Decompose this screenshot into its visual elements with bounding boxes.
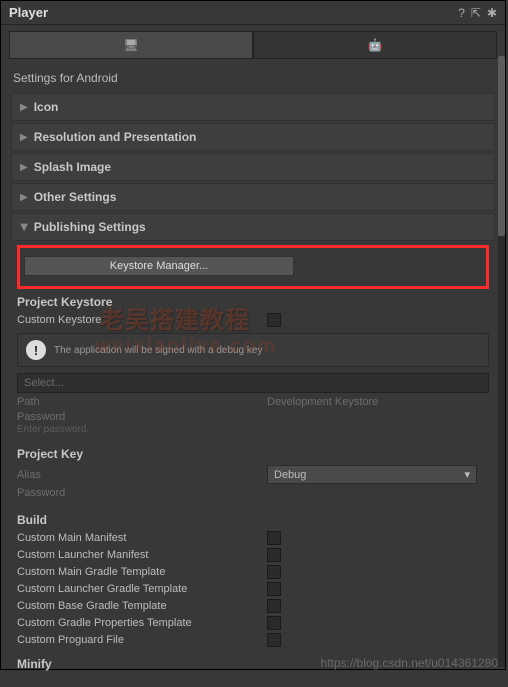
title-bar: Player ? ⇱ ✱ — [1, 1, 505, 25]
build-item-checkbox[interactable] — [267, 616, 281, 630]
footer-url: https://blog.csdn.net/u014361280 — [321, 656, 498, 670]
build-item-label: Custom Launcher Gradle Template — [17, 583, 267, 595]
build-item-label: Custom Main Gradle Template — [17, 566, 267, 578]
keystore-manager-button[interactable]: Keystore Manager... — [24, 256, 294, 276]
path-label: Path — [17, 396, 267, 408]
warning-icon: ! — [26, 340, 46, 360]
build-item-checkbox[interactable] — [267, 565, 281, 579]
build-item-checkbox[interactable] — [267, 531, 281, 545]
build-heading: Build — [17, 513, 489, 527]
build-row: Custom Main Manifest — [17, 531, 489, 545]
custom-keystore-label: Custom Keystore — [17, 314, 267, 326]
section-other[interactable]: ▶Other Settings — [11, 183, 495, 211]
scroll-thumb[interactable] — [498, 56, 505, 236]
highlight-box: Keystore Manager... — [17, 245, 489, 289]
section-icon[interactable]: ▶Icon — [11, 93, 495, 121]
keystore-select[interactable]: Select... — [17, 373, 489, 393]
section-publishing[interactable]: ▶Publishing Settings — [11, 213, 495, 241]
password-label: Password — [17, 411, 267, 423]
scrollbar[interactable] — [498, 56, 505, 667]
build-row: Custom Base Gradle Template — [17, 599, 489, 613]
build-item-label: Custom Launcher Manifest — [17, 549, 267, 561]
info-text: The application will be signed with a de… — [54, 345, 262, 356]
chevron-right-icon: ▶ — [20, 162, 28, 173]
tab-android[interactable]: 🤖 — [253, 31, 497, 58]
password-placeholder: Enter password. — [17, 424, 489, 435]
build-item-label: Custom Gradle Properties Template — [17, 617, 267, 629]
build-row: Custom Launcher Gradle Template — [17, 582, 489, 596]
project-keystore-heading: Project Keystore — [17, 295, 489, 309]
android-icon: 🤖 — [368, 38, 383, 52]
help-icon[interactable]: ? — [458, 6, 465, 20]
desktop-icon: 🖥 — [123, 38, 138, 52]
key-password-label: Password — [17, 487, 267, 499]
chevron-right-icon: ▶ — [20, 132, 28, 143]
build-item-label: Custom Proguard File — [17, 634, 267, 646]
build-item-checkbox[interactable] — [267, 548, 281, 562]
tab-desktop[interactable]: 🖥 — [9, 31, 253, 58]
chevron-down-icon: ▾ — [464, 468, 470, 481]
path-value: Development Keystore — [267, 396, 378, 408]
build-item-label: Custom Base Gradle Template — [17, 600, 267, 612]
build-row: Custom Gradle Properties Template — [17, 616, 489, 630]
alias-label: Alias — [17, 469, 267, 481]
window-title: Player — [9, 5, 48, 20]
build-item-label: Custom Main Manifest — [17, 532, 267, 544]
alias-dropdown[interactable]: Debug▾ — [267, 465, 477, 484]
chevron-down-icon: ▶ — [18, 223, 29, 231]
publishing-body: Keystore Manager... Project Keystore Cus… — [11, 243, 495, 681]
build-item-checkbox[interactable] — [267, 582, 281, 596]
build-item-checkbox[interactable] — [267, 599, 281, 613]
custom-keystore-checkbox[interactable] — [267, 313, 281, 327]
chevron-right-icon: ▶ — [20, 192, 28, 203]
title-icons: ? ⇱ ✱ — [458, 6, 497, 20]
section-splash[interactable]: ▶Splash Image — [11, 153, 495, 181]
settings-subtitle: Settings for Android — [13, 71, 495, 85]
build-row: Custom Proguard File — [17, 633, 489, 647]
build-row: Custom Main Gradle Template — [17, 565, 489, 579]
section-resolution[interactable]: ▶Resolution and Presentation — [11, 123, 495, 151]
build-row: Custom Launcher Manifest — [17, 548, 489, 562]
pin-icon[interactable]: ⇱ — [471, 6, 481, 20]
project-key-heading: Project Key — [17, 447, 489, 461]
info-box: ! The application will be signed with a … — [17, 333, 489, 367]
content-area: Settings for Android ▶Icon ▶Resolution a… — [1, 59, 505, 687]
settings-icon[interactable]: ✱ — [487, 6, 497, 20]
chevron-right-icon: ▶ — [20, 102, 28, 113]
platform-tabs: 🖥 🤖 — [9, 31, 497, 59]
build-item-checkbox[interactable] — [267, 633, 281, 647]
